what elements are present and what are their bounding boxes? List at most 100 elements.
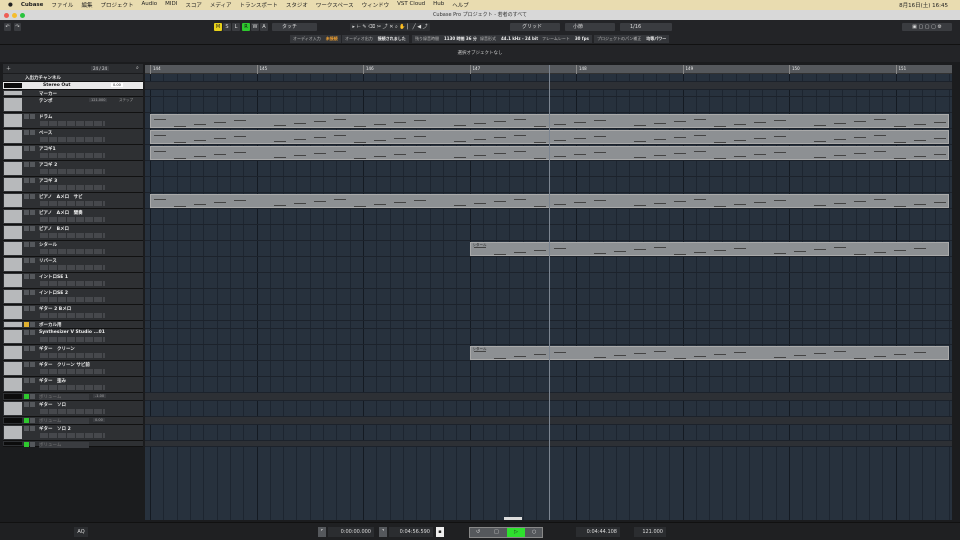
track-instrument[interactable]: ベース <box>3 129 143 145</box>
project-cursor[interactable] <box>549 65 550 520</box>
solo-button[interactable] <box>30 210 35 215</box>
solo-button[interactable] <box>30 242 35 247</box>
track-instrument[interactable]: ギター 2 Bメロ <box>3 305 143 321</box>
mute-button[interactable] <box>24 226 29 231</box>
mute-button[interactable] <box>24 290 29 295</box>
track-controls[interactable] <box>40 233 105 238</box>
track-instrument[interactable]: イントロSE 1 <box>3 273 143 289</box>
solo-button[interactable] <box>30 418 35 423</box>
track-controls[interactable] <box>40 297 105 302</box>
menu-item[interactable]: トランスポート <box>239 1 277 9</box>
stop-button[interactable]: □ <box>494 529 499 535</box>
track-instrument[interactable]: ピアノ Aメロ サビ <box>3 193 143 209</box>
close-button[interactable] <box>4 12 9 18</box>
menu-item[interactable]: Audio <box>141 1 157 9</box>
tempo-mode[interactable]: ステップ <box>119 98 133 103</box>
mute-button[interactable] <box>24 426 29 431</box>
solo-button[interactable] <box>30 378 35 383</box>
solo-button[interactable] <box>30 346 35 351</box>
solo-button[interactable] <box>30 362 35 367</box>
track-instrument[interactable]: アコギ 3 <box>3 177 143 193</box>
menu-item[interactable]: MIDI <box>165 1 177 9</box>
solo-button[interactable] <box>30 330 35 335</box>
track-controls[interactable] <box>40 153 105 158</box>
track-controls[interactable] <box>40 281 105 286</box>
menu-item[interactable]: ワークスペース <box>316 1 354 9</box>
mute-button[interactable] <box>24 114 29 119</box>
menu-item[interactable]: メディア <box>210 1 232 9</box>
apple-icon[interactable]: ● <box>8 2 13 8</box>
automation-mode-select[interactable]: タッチ <box>272 23 317 31</box>
solo-button[interactable] <box>30 442 35 447</box>
mute-button[interactable] <box>24 194 29 199</box>
track-instrument[interactable]: アコギ1 <box>3 145 143 161</box>
track-instrument[interactable]: ボーカル用 <box>3 321 143 329</box>
mute-button[interactable] <box>24 394 29 399</box>
track-controls[interactable] <box>40 369 105 374</box>
track-controls[interactable] <box>40 169 105 174</box>
track-instrument[interactable]: イントロSE 2 <box>3 289 143 305</box>
track-instrument[interactable]: ギター 歪み <box>3 377 143 393</box>
right-locator[interactable]: 0:04:56.590 <box>389 527 433 537</box>
track-controls[interactable] <box>40 385 105 390</box>
menu-item[interactable]: ヘルプ <box>452 1 469 9</box>
left-locator-icon[interactable]: ⌜ <box>318 527 326 537</box>
tempo-display[interactable]: 121.000 <box>634 527 666 537</box>
track-controls[interactable] <box>40 201 105 206</box>
zoom-button[interactable] <box>20 12 25 18</box>
track-controls[interactable] <box>40 337 105 342</box>
menu-item[interactable]: 編集 <box>81 1 92 9</box>
solo-button[interactable] <box>30 402 35 407</box>
event[interactable]: シタール <box>469 242 949 256</box>
aq-button[interactable]: AQ <box>74 527 88 537</box>
track-instrument[interactable]: ピアノ Aメロ 間奏 <box>3 209 143 225</box>
mute-button[interactable] <box>24 130 29 135</box>
right-locator-icon[interactable]: ⌝ <box>379 527 387 537</box>
snap-type-select[interactable]: グリッド <box>510 23 560 31</box>
mute-button[interactable] <box>24 442 29 447</box>
track-instrument[interactable]: ギター クリーン <box>3 345 143 361</box>
mute-button[interactable] <box>24 346 29 351</box>
mute-button[interactable] <box>24 322 29 327</box>
add-track-button[interactable]: ＋ <box>6 65 11 72</box>
track-marker[interactable]: マーカー <box>3 90 143 97</box>
menu-item[interactable]: スタジオ <box>286 1 308 9</box>
mute-button[interactable] <box>24 306 29 311</box>
track-controls[interactable] <box>40 409 105 414</box>
track-vol[interactable]: ボリューム -1.00 <box>3 393 143 401</box>
search-icon[interactable]: ⌕ <box>136 65 139 71</box>
track-instrument[interactable]: ドラム <box>3 113 143 129</box>
read-button[interactable]: R <box>242 23 250 31</box>
track-controls[interactable] <box>40 249 105 254</box>
mute-button[interactable] <box>24 146 29 151</box>
mute-button[interactable] <box>24 162 29 167</box>
minimize-button[interactable] <box>12 12 17 18</box>
track-instrument[interactable]: ピアノ Bメロ <box>3 225 143 241</box>
solo-button[interactable] <box>30 178 35 183</box>
menu-app[interactable]: Cubase <box>21 2 44 8</box>
redo-icon[interactable]: ↷ <box>14 23 21 31</box>
track-controls[interactable] <box>40 353 105 358</box>
solo-button[interactable] <box>30 130 35 135</box>
menu-item[interactable]: ファイル <box>51 1 73 9</box>
grid-select[interactable]: 小節 <box>565 23 615 31</box>
track-controls[interactable] <box>40 265 105 270</box>
track-instrument[interactable]: アコギ 2 <box>3 161 143 177</box>
solo-button[interactable] <box>30 426 35 431</box>
horizontal-scrollbar[interactable] <box>504 517 522 520</box>
solo-button[interactable]: S <box>223 23 231 31</box>
write-button[interactable]: W <box>251 23 259 31</box>
solo-button[interactable] <box>30 306 35 311</box>
track-value[interactable]: -1.00 <box>93 394 107 398</box>
solo-button[interactable] <box>30 226 35 231</box>
track-folder[interactable]: 入出力チャンネル <box>3 74 143 82</box>
track-value[interactable]: 121.000 <box>89 98 108 102</box>
track-vol[interactable]: ボリューム 0.00 <box>3 417 143 425</box>
menu-item[interactable]: スコア <box>185 1 202 9</box>
mute-button[interactable] <box>24 258 29 263</box>
menu-item[interactable]: ウィンドウ <box>362 1 390 9</box>
solo-button[interactable] <box>30 258 35 263</box>
track-instrument[interactable]: ギター クリーン サビ前 <box>3 361 143 377</box>
track-out[interactable]: Stereo Out 0.00 <box>3 82 143 90</box>
track-controls[interactable] <box>40 433 105 438</box>
